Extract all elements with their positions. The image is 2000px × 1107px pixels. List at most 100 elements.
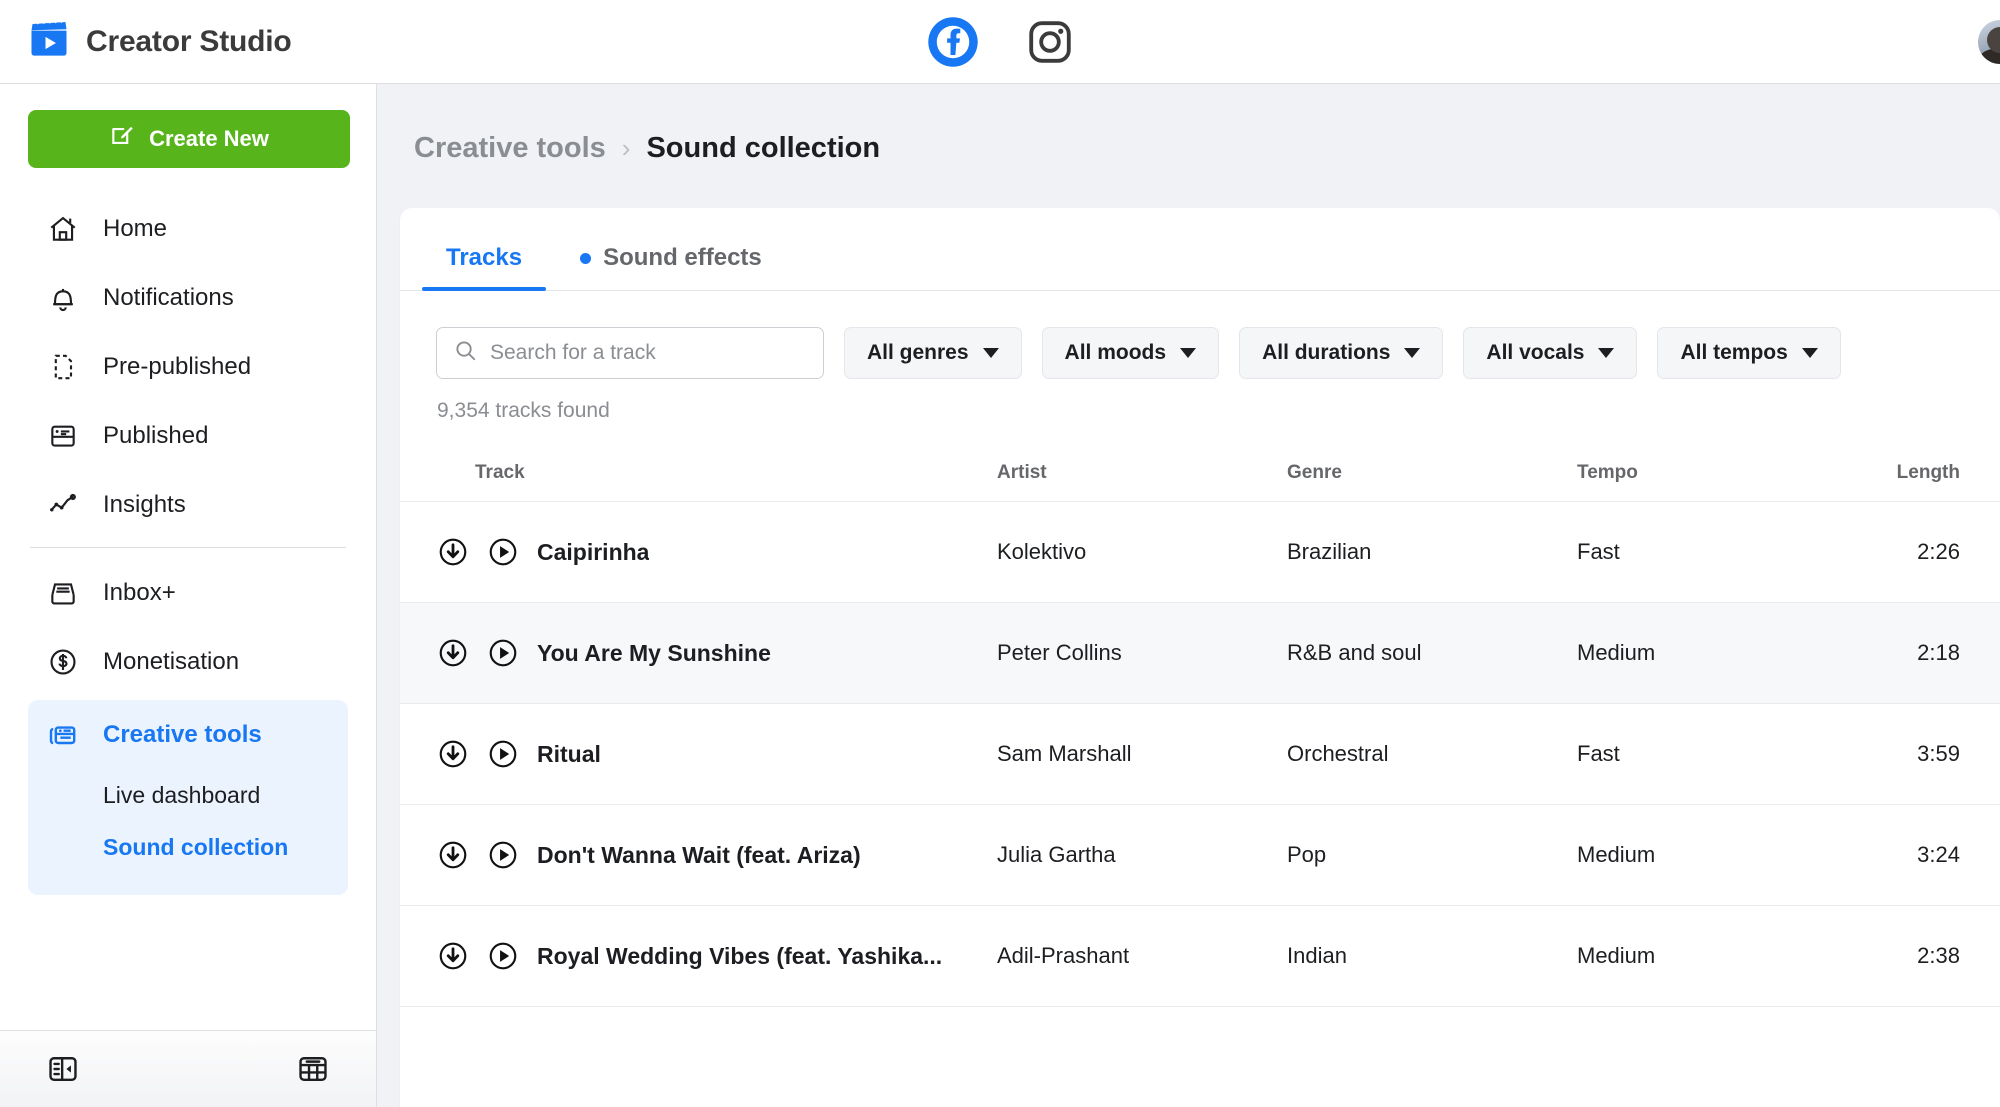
play-icon[interactable] bbox=[487, 940, 519, 972]
chevron-down-icon bbox=[1598, 348, 1615, 358]
sidebar-item-label: Home bbox=[103, 214, 168, 242]
breadcrumb: Creative tools › Sound collection bbox=[377, 84, 2000, 165]
chevron-right-icon: › bbox=[621, 133, 631, 163]
tab-sound-effects[interactable]: Sound effects bbox=[556, 244, 786, 290]
insights-chart-icon bbox=[45, 489, 81, 521]
sidebar-group-creative-tools: Creative tools Live dashboard Sound coll… bbox=[28, 700, 348, 895]
download-icon[interactable] bbox=[437, 637, 469, 669]
download-icon[interactable] bbox=[437, 839, 469, 871]
filter-all-tempos[interactable]: All tempos bbox=[1657, 327, 1841, 379]
tempo-cell: Medium bbox=[1577, 943, 1656, 968]
play-icon[interactable] bbox=[487, 637, 519, 669]
sound-collection-card: Tracks Sound effects Search for a track … bbox=[400, 208, 2000, 1107]
table-row[interactable]: Don't Wanna Wait (feat. Ariza) Julia Gar… bbox=[400, 804, 2000, 905]
filter-all-genres[interactable]: All genres bbox=[844, 327, 1022, 379]
sidebar-item-label: Insights bbox=[103, 490, 186, 518]
search-icon bbox=[453, 338, 478, 368]
breadcrumb-parent[interactable]: Creative tools bbox=[414, 132, 606, 165]
track-title: Don't Wanna Wait (feat. Ariza) bbox=[537, 841, 861, 868]
app-body: Create New Home Notifications Pre-publis… bbox=[0, 84, 2000, 1107]
facebook-icon[interactable] bbox=[927, 16, 979, 68]
tab-label: Sound effects bbox=[603, 244, 762, 271]
filter-all-durations[interactable]: All durations bbox=[1239, 327, 1444, 379]
sidebar-item-notifications[interactable]: Notifications bbox=[28, 263, 348, 332]
track-cell: Ritual bbox=[437, 738, 997, 770]
chevron-down-icon bbox=[1801, 348, 1818, 358]
table-row[interactable]: You Are My Sunshine Peter Collins R&B an… bbox=[400, 602, 2000, 703]
length-cell: 3:24 bbox=[1917, 842, 1960, 867]
filter-all-moods[interactable]: All moods bbox=[1041, 327, 1220, 379]
tab-tracks[interactable]: Tracks bbox=[422, 244, 547, 291]
download-icon[interactable] bbox=[437, 940, 469, 972]
filter-label: All genres bbox=[867, 341, 969, 364]
genre-cell: Pop bbox=[1287, 842, 1327, 867]
tempo-cell: Fast bbox=[1577, 741, 1620, 766]
download-icon[interactable] bbox=[437, 536, 469, 568]
tempo-cell: Medium bbox=[1577, 842, 1656, 867]
avatar[interactable] bbox=[1978, 19, 2000, 64]
sidebar-item-inbox[interactable]: Inbox+ bbox=[28, 558, 348, 627]
instagram-icon[interactable] bbox=[1027, 19, 1073, 65]
filter-all-vocals[interactable]: All vocals bbox=[1463, 327, 1638, 379]
artist-cell: Julia Gartha bbox=[997, 842, 1116, 867]
sidebar-nav: Create New Home Notifications Pre-publis… bbox=[0, 84, 376, 1030]
sidebar-item-label: Creative tools bbox=[103, 720, 262, 748]
sidebar-item-published[interactable]: Published bbox=[28, 401, 348, 470]
sidebar-item-label: Inbox+ bbox=[103, 578, 176, 606]
track-title: Caipirinha bbox=[537, 538, 650, 565]
nav-secondary: Inbox+ Monetisation bbox=[28, 558, 348, 696]
sidebar-subitem-live-dashboard[interactable]: Live dashboard bbox=[28, 769, 348, 821]
grid-table-icon[interactable] bbox=[296, 1052, 330, 1086]
table-row[interactable]: Ritual Sam Marshall Orchestral Fast 3:59 bbox=[400, 703, 2000, 804]
sidebar-item-insights[interactable]: Insights bbox=[28, 470, 348, 539]
results-count: 9,354 tracks found bbox=[437, 399, 610, 422]
dollar-circle-icon bbox=[45, 646, 81, 678]
tempo-cell: Medium bbox=[1577, 640, 1656, 665]
genre-cell: Brazilian bbox=[1287, 539, 1372, 564]
search-input[interactable] bbox=[490, 341, 807, 365]
artist-cell: Sam Marshall bbox=[997, 741, 1132, 766]
sidebar-subitem-label: Sound collection bbox=[103, 833, 289, 860]
play-icon[interactable] bbox=[487, 738, 519, 770]
play-icon[interactable] bbox=[487, 839, 519, 871]
table-row[interactable]: Royal Wedding Vibes (feat. Yashika... Ad… bbox=[400, 905, 2000, 1006]
brand[interactable]: Creator Studio bbox=[0, 18, 292, 65]
download-icon[interactable] bbox=[437, 738, 469, 770]
filter-label: All moods bbox=[1064, 341, 1167, 364]
chevron-down-icon bbox=[1404, 348, 1421, 358]
collapse-sidebar-icon[interactable] bbox=[46, 1052, 80, 1086]
column-header-track: Track bbox=[475, 462, 525, 483]
create-new-label: Create New bbox=[149, 126, 269, 151]
main-content: Creative tools › Sound collection Tracks… bbox=[377, 84, 2000, 1107]
platform-switcher bbox=[0, 0, 2000, 83]
sidebar-item-monetisation[interactable]: Monetisation bbox=[28, 627, 348, 696]
filter-label: All tempos bbox=[1680, 341, 1788, 364]
length-cell: 3:59 bbox=[1917, 741, 1960, 766]
genre-cell: Indian bbox=[1287, 943, 1347, 968]
play-icon[interactable] bbox=[487, 536, 519, 568]
table-row[interactable]: Caipirinha Kolektivo Brazilian Fast 2:26 bbox=[400, 501, 2000, 602]
chevron-down-icon bbox=[982, 348, 999, 358]
sidebar-item-creative-tools[interactable]: Creative tools bbox=[28, 700, 348, 769]
sidebar-item-label: Monetisation bbox=[103, 647, 240, 675]
sidebar-item-label: Notifications bbox=[103, 283, 234, 311]
sidebar-item-home[interactable]: Home bbox=[28, 194, 348, 263]
artist-cell: Adil-Prashant bbox=[997, 943, 1130, 968]
create-new-button[interactable]: Create New bbox=[28, 110, 350, 168]
artist-cell: Kolektivo bbox=[997, 539, 1087, 564]
length-cell: 2:26 bbox=[1917, 539, 1960, 564]
search-box[interactable] bbox=[436, 327, 824, 379]
table-row-partial[interactable] bbox=[400, 1006, 2000, 1046]
sidebar-divider bbox=[30, 547, 346, 548]
sidebar-footer bbox=[0, 1030, 376, 1107]
track-cell: Don't Wanna Wait (feat. Ariza) bbox=[437, 839, 997, 871]
inbox-icon bbox=[45, 577, 81, 609]
home-icon bbox=[45, 213, 81, 245]
sidebar-subitem-sound-collection[interactable]: Sound collection bbox=[28, 821, 348, 873]
track-title: You Are My Sunshine bbox=[537, 639, 771, 666]
creator-studio-app: Creator Studio Create New Home Notificat… bbox=[0, 0, 2000, 1107]
sidebar-item-pre-published[interactable]: Pre-published bbox=[28, 332, 348, 401]
clapperboard-play-icon bbox=[28, 18, 70, 65]
filter-bar: All genres All moods All durations All v… bbox=[400, 291, 2000, 379]
track-title: Ritual bbox=[537, 740, 601, 767]
